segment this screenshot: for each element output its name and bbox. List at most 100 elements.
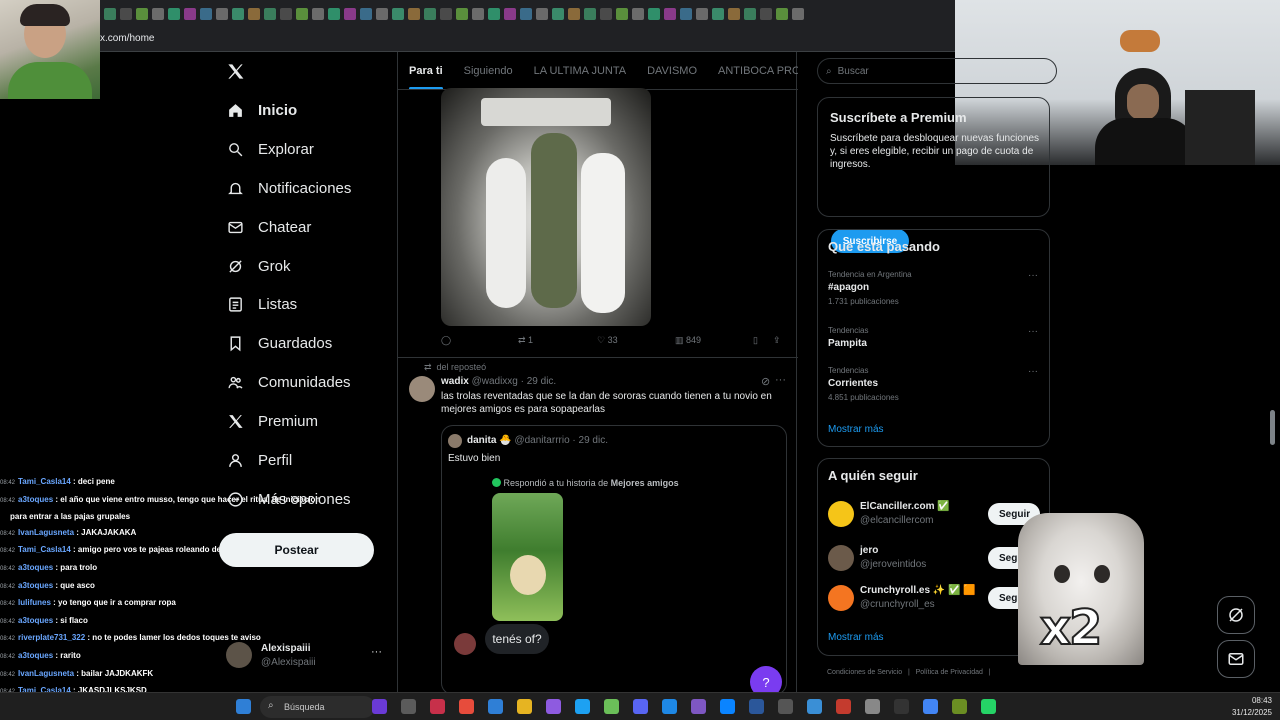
nav-item-comunidades[interactable]: Comunidades bbox=[227, 374, 351, 391]
bookmark-icon[interactable]: ▯ bbox=[753, 335, 758, 346]
browser-tab-icon[interactable] bbox=[744, 8, 756, 20]
nav-item-premium[interactable]: Premium bbox=[227, 413, 318, 430]
browser-tab-icon[interactable] bbox=[760, 8, 772, 20]
trend-item[interactable]: Tendencias Pampita ··· bbox=[828, 326, 1038, 349]
author-handle[interactable]: @wadixxg bbox=[472, 376, 518, 387]
taskbar-app-icon[interactable] bbox=[894, 699, 909, 714]
url-text[interactable]: x.com/home bbox=[100, 33, 154, 44]
taskbar-app-icon[interactable] bbox=[720, 699, 735, 714]
browser-tab-icon[interactable] bbox=[248, 8, 260, 20]
post-date[interactable]: · 29 dic. bbox=[521, 376, 557, 387]
taskbar-app-icon[interactable] bbox=[807, 699, 822, 714]
browser-tab-icon[interactable] bbox=[344, 8, 356, 20]
browser-tab-icon[interactable] bbox=[632, 8, 644, 20]
browser-tab-icon[interactable] bbox=[728, 8, 740, 20]
browser-tab-icon[interactable] bbox=[600, 8, 612, 20]
timeline-tab[interactable]: ANTIBOCA PROFESI bbox=[718, 65, 798, 77]
post-image[interactable] bbox=[441, 88, 651, 326]
clock[interactable]: 08:43 31/12/2025 bbox=[1212, 695, 1272, 719]
browser-tab-icon[interactable] bbox=[200, 8, 212, 20]
grok-icon[interactable]: ⊘ bbox=[761, 375, 770, 388]
browser-tab-icon[interactable] bbox=[328, 8, 340, 20]
browser-tab-icon[interactable] bbox=[616, 8, 628, 20]
browser-tab-icon[interactable] bbox=[424, 8, 436, 20]
browser-tab-icon[interactable] bbox=[472, 8, 484, 20]
taskbar-app-icon[interactable] bbox=[662, 699, 677, 714]
browser-tab-icon[interactable] bbox=[664, 8, 676, 20]
nav-item-chatear[interactable]: Chatear bbox=[227, 219, 311, 236]
taskbar-app-icon[interactable] bbox=[430, 699, 445, 714]
browser-tab-icon[interactable] bbox=[152, 8, 164, 20]
browser-tab-icon[interactable] bbox=[216, 8, 228, 20]
nav-item-perfil[interactable]: Perfil bbox=[227, 452, 292, 469]
grok-fab[interactable] bbox=[1217, 596, 1255, 634]
taskbar-app-icon[interactable] bbox=[778, 699, 793, 714]
repost-icon[interactable]: ⇄ 1 bbox=[518, 335, 533, 346]
follow-suggestion[interactable]: jero @jeroveintidos Seguir bbox=[828, 543, 1043, 573]
browser-tab-icon[interactable] bbox=[104, 8, 116, 20]
messages-fab[interactable] bbox=[1217, 640, 1255, 678]
post-button[interactable]: Postear bbox=[219, 533, 374, 567]
taskbar-app-icon[interactable] bbox=[981, 699, 996, 714]
taskbar-app-icon[interactable] bbox=[836, 699, 851, 714]
account-switcher[interactable]: Alexispaiii @Alexispaiii ··· bbox=[226, 642, 386, 672]
browser-tab-icon[interactable] bbox=[680, 8, 692, 20]
browser-tab-icon[interactable] bbox=[696, 8, 708, 20]
browser-tab-icon[interactable] bbox=[648, 8, 660, 20]
nav-item-listas[interactable]: Listas bbox=[227, 296, 297, 313]
nav-item-guardados[interactable]: Guardados bbox=[227, 335, 332, 352]
scrollbar-thumb[interactable] bbox=[1270, 410, 1275, 445]
browser-tab-icon[interactable] bbox=[168, 8, 180, 20]
browser-tab-icon[interactable] bbox=[184, 8, 196, 20]
avatar[interactable] bbox=[409, 376, 435, 402]
browser-tab-icon[interactable] bbox=[264, 8, 276, 20]
nav-item-notificaciones[interactable]: Notificaciones bbox=[227, 180, 351, 197]
more-icon[interactable]: ··· bbox=[775, 374, 786, 386]
taskbar-app-icon[interactable] bbox=[923, 699, 938, 714]
browser-tab-icon[interactable] bbox=[712, 8, 724, 20]
browser-tab-icon[interactable] bbox=[296, 8, 308, 20]
taskbar-app-icon[interactable] bbox=[546, 699, 561, 714]
browser-tab-icon[interactable] bbox=[568, 8, 580, 20]
taskbar-app-icon[interactable] bbox=[401, 699, 416, 714]
views-icon[interactable]: ▥ 849 bbox=[675, 335, 701, 346]
browser-tab-icon[interactable] bbox=[584, 8, 596, 20]
follow-suggestion[interactable]: ElCanciller.com ✅ @elcancillercom Seguir bbox=[828, 499, 1043, 529]
browser-tab-icon[interactable] bbox=[136, 8, 148, 20]
browser-tab-icon[interactable] bbox=[232, 8, 244, 20]
browser-tab-icon[interactable] bbox=[488, 8, 500, 20]
author-name[interactable]: wadix bbox=[441, 376, 469, 387]
x-logo-icon[interactable] bbox=[226, 62, 245, 81]
nav-item-explorar[interactable]: Explorar bbox=[227, 141, 314, 158]
taskbar-search[interactable]: ⌕ Búsqueda bbox=[260, 696, 375, 718]
browser-tab-icon[interactable] bbox=[360, 8, 372, 20]
taskbar-app-icon[interactable] bbox=[604, 699, 619, 714]
timeline-tab[interactable]: LA ULTIMA JUNTA bbox=[534, 65, 627, 77]
browser-tab-icon[interactable] bbox=[536, 8, 548, 20]
trend-item[interactable]: Tendencias Corrientes 4.851 publicaciones ·… bbox=[828, 366, 1038, 402]
browser-tab-icon[interactable] bbox=[120, 8, 132, 20]
show-more-link[interactable]: Mostrar más bbox=[828, 424, 884, 435]
windows-start-icon[interactable] bbox=[236, 699, 251, 714]
share-icon[interactable]: ⇪ bbox=[773, 335, 781, 346]
timeline-tab[interactable]: DAVISMO bbox=[647, 65, 697, 77]
follow-show-more-link[interactable]: Mostrar más bbox=[828, 632, 884, 643]
search-input[interactable]: ⌕ Buscar bbox=[817, 58, 1057, 84]
browser-tab-strip[interactable] bbox=[0, 0, 955, 28]
browser-tab-icon[interactable] bbox=[392, 8, 404, 20]
timeline-tab[interactable]: Para ti bbox=[409, 65, 443, 89]
browser-tab-icon[interactable] bbox=[504, 8, 516, 20]
follow-suggestion[interactable]: Crunchyroll.es ✨ ✅ 🟧 @crunchyroll_es Segui… bbox=[828, 583, 1043, 613]
timeline-tab[interactable]: Siguiendo bbox=[464, 65, 513, 77]
nav-item-grok[interactable]: Grok bbox=[227, 258, 291, 275]
taskbar-app-icon[interactable] bbox=[459, 699, 474, 714]
taskbar-app-icon[interactable] bbox=[488, 699, 503, 714]
more-icon[interactable]: ··· bbox=[1028, 270, 1038, 281]
footer-privacy[interactable]: Política de Privacidad bbox=[916, 669, 983, 676]
taskbar-app-icon[interactable] bbox=[517, 699, 532, 714]
more-icon[interactable]: ··· bbox=[371, 646, 382, 658]
taskbar-app-icon[interactable] bbox=[633, 699, 648, 714]
browser-tab-icon[interactable] bbox=[776, 8, 788, 20]
browser-tab-icon[interactable] bbox=[440, 8, 452, 20]
browser-tab-icon[interactable] bbox=[280, 8, 292, 20]
